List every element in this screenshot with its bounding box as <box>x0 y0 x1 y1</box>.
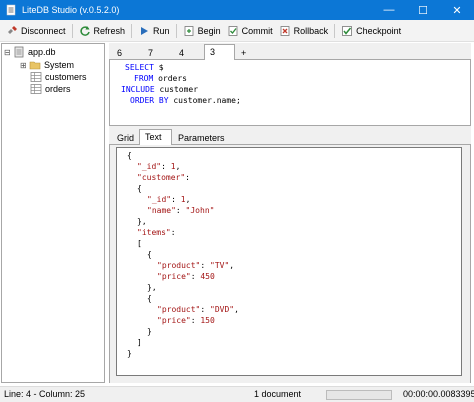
tree-item-label: customers <box>45 72 87 82</box>
tab-query-6[interactable]: 6 <box>111 45 142 60</box>
json-line: "price": 450 <box>157 272 215 281</box>
checkpoint-icon <box>342 25 353 36</box>
json-line: { <box>147 294 152 303</box>
expand-icon[interactable]: ⊞ <box>20 61 28 70</box>
json-line: "product": "DVD", <box>157 305 239 314</box>
tree-item-orders[interactable]: orders <box>30 83 71 95</box>
json-line: "price": 150 <box>157 316 215 325</box>
tree-item-label: orders <box>45 84 71 94</box>
sql-editor[interactable]: SELECT $ FROM orders INCLUDE customer OR… <box>109 60 471 125</box>
elapsed-time: 00:00:00.0083395 <box>403 389 474 399</box>
code-line: FROM orders <box>134 74 187 83</box>
tree-item-customers[interactable]: customers <box>30 71 87 83</box>
toolbar-separator <box>334 23 336 38</box>
collapse-icon[interactable]: ⊟ <box>4 48 12 57</box>
toolbar-separator <box>175 23 177 38</box>
json-line: { <box>147 250 152 259</box>
toolbar-separator <box>71 23 73 38</box>
json-line: "customer": <box>137 173 190 182</box>
refresh-label: Refresh <box>93 25 126 36</box>
tree-item-root[interactable]: ⊟ app.db <box>4 46 56 58</box>
refresh-icon <box>79 25 90 36</box>
code-line: INCLUDE customer <box>121 85 199 94</box>
disconnect-button[interactable]: Disconnect <box>3 22 69 40</box>
status-bar: Line: 4 - Column: 25 1 document 00:00:00… <box>0 386 474 402</box>
database-tree: ⊟ app.db ⊞ System customers orders <box>1 43 105 383</box>
json-line: "items": <box>137 228 176 237</box>
checkpoint-button[interactable]: Checkpoint <box>338 22 404 40</box>
progress-bar <box>326 390 392 400</box>
tab-query-4[interactable]: 4 <box>173 45 204 60</box>
tree-item-system[interactable]: ⊞ System <box>20 59 74 71</box>
begin-button[interactable]: Begin <box>180 22 224 40</box>
refresh-button[interactable]: Refresh <box>76 22 129 40</box>
begin-label: Begin <box>197 25 221 36</box>
json-line: { <box>137 184 142 193</box>
folder-icon <box>29 61 41 70</box>
code-line: SELECT $ <box>125 63 164 72</box>
tab-grid[interactable]: Grid <box>111 130 139 145</box>
new-tab-button[interactable]: + <box>235 45 255 60</box>
json-line: "name": "John" <box>147 206 215 215</box>
json-line: } <box>147 327 152 336</box>
close-button[interactable]: ✕ <box>440 0 474 20</box>
json-line: "product": "TV", <box>157 261 235 270</box>
table-icon <box>30 72 42 82</box>
query-tab-strip: 6 7 4 3 + <box>109 43 471 60</box>
begin-transaction-icon <box>184 25 193 36</box>
tree-item-label: System <box>44 60 75 70</box>
run-button[interactable]: Run <box>135 22 173 40</box>
toolbar-separator <box>131 23 133 38</box>
checkpoint-label: Checkpoint <box>356 25 402 36</box>
json-line: }, <box>147 283 157 292</box>
cursor-position: Line: 4 - Column: 25 <box>4 389 86 399</box>
rollback-label: Rollback <box>293 25 329 36</box>
database-icon <box>14 46 24 58</box>
run-label: Run <box>153 25 170 36</box>
disconnect-label: Disconnect <box>21 25 66 36</box>
json-line: { <box>127 151 132 160</box>
tab-text[interactable]: Text <box>139 129 172 145</box>
commit-icon <box>228 25 237 36</box>
play-icon <box>141 26 149 35</box>
result-panel: { "_id": 1, "customer": { "_id": 1, "nam… <box>109 145 471 383</box>
minimize-button[interactable]: — <box>372 0 406 20</box>
code-line: ORDER BY customer.name; <box>130 96 241 105</box>
maximize-button[interactable]: ☐ <box>406 0 440 20</box>
json-line: [ <box>137 239 142 248</box>
rollback-button[interactable]: Rollback <box>276 22 332 40</box>
tab-query-3[interactable]: 3 <box>204 44 235 60</box>
table-icon <box>30 84 42 94</box>
title-bar: LiteDB Studio (v.0.5.2.0) — ☐ ✕ <box>0 0 474 20</box>
json-line: ] <box>137 338 142 347</box>
result-text-area[interactable]: { "_id": 1, "customer": { "_id": 1, "nam… <box>116 147 462 376</box>
disconnect-icon <box>8 25 17 34</box>
result-tab-strip: Grid Text Parameters <box>109 129 471 145</box>
tab-query-7[interactable]: 7 <box>142 45 173 60</box>
rollback-icon <box>280 25 289 36</box>
tree-root-label: app.db <box>28 47 56 57</box>
toolbar: Disconnect Refresh Run Begin Commit Roll… <box>0 20 474 42</box>
window-title: LiteDB Studio (v.0.5.2.0) <box>22 5 120 15</box>
json-line: }, <box>137 217 147 226</box>
json-line: "_id": 1, <box>147 195 191 204</box>
json-line: "_id": 1, <box>137 162 181 171</box>
commit-button[interactable]: Commit <box>224 22 276 40</box>
tab-parameters[interactable]: Parameters <box>172 130 225 145</box>
app-icon <box>6 4 16 16</box>
document-count: 1 document <box>254 389 302 399</box>
commit-label: Commit <box>241 25 273 36</box>
json-line: } <box>127 349 132 358</box>
